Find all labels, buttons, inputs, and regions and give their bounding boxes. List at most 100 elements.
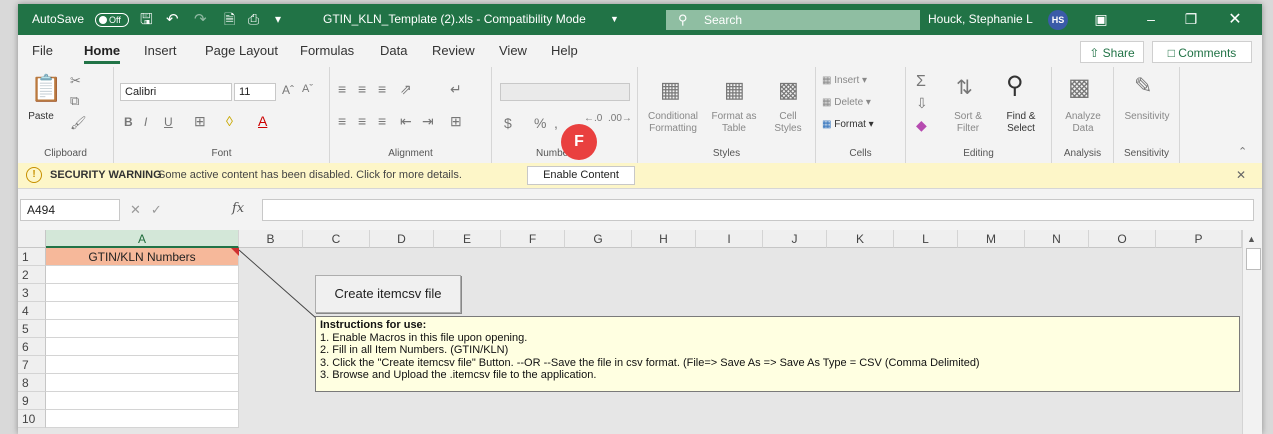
underline-icon[interactable]: U [164,115,173,129]
bold-icon[interactable]: B [124,115,133,129]
worksheet-grid[interactable]: A B C D E F G H I J K L M N O P 1 2 3 4 … [18,230,1262,434]
enter-icon[interactable]: ✓ [151,202,172,217]
undo-icon[interactable]: ↶ [166,4,179,35]
decrease-indent-icon[interactable]: ⇤ [400,113,412,130]
vertical-scrollbar[interactable]: ▲ [1242,230,1262,434]
ribbon: 📋 Paste ✂ ⧉ 🖌 Clipboard Calibri 11 Aˆ Aˇ… [18,67,1262,164]
analyze-data-label[interactable]: Analyze Data [1056,111,1110,135]
redo-icon[interactable]: ↷ [194,4,207,35]
tab-view[interactable]: View [499,43,527,58]
font-color-icon[interactable]: A [258,113,267,129]
fill-icon[interactable]: ⇩ [916,95,928,112]
tab-data[interactable]: Data [380,43,407,58]
merge-center-icon[interactable]: ⊞ [450,113,462,130]
group-label-cells: Cells [849,148,872,159]
tab-home[interactable]: Home [84,43,121,64]
sensitivity-icon[interactable]: ✎ [1134,73,1152,99]
close-icon[interactable]: ✕ [1220,4,1250,35]
format-as-table-label[interactable]: Format as Table [708,111,760,135]
file-title[interactable]: GTIN_KLN_Template (2).xls - Compatibilit… [323,4,586,35]
sort-filter-icon[interactable]: ⇅ [956,75,973,100]
title-dropdown-icon[interactable]: ▼ [610,4,619,35]
format-painter-icon[interactable]: 🖌 [70,115,87,131]
delete-cells-button[interactable]: ▦ Delete ▾ [822,97,871,109]
paste-label[interactable]: Paste [24,111,58,123]
orientation-icon[interactable]: ⇗ [400,81,412,98]
tab-page-layout[interactable]: Page Layout [205,43,278,58]
align-bottom-icon[interactable]: ≡ [378,81,386,97]
tab-file[interactable]: File [32,43,53,58]
autosave-state: Off [109,15,121,25]
sort-filter-label[interactable]: Sort & Filter [944,111,992,135]
align-right-icon[interactable]: ≡ [378,113,386,129]
tab-help[interactable]: Help [551,43,578,58]
analyze-data-icon[interactable]: ▩ [1068,73,1091,102]
customize-toolbar-icon[interactable]: ▾ [275,4,281,35]
clear-icon[interactable]: ◆ [916,117,927,134]
increase-decimal-icon[interactable]: ←.0 [584,113,602,124]
comments-button[interactable]: □ Comments [1152,41,1252,63]
autosave-toggle[interactable]: Off [95,13,129,27]
decrease-decimal-icon[interactable]: .00→ [608,113,632,124]
align-left-icon[interactable]: ≡ [338,113,346,129]
formula-input[interactable] [262,199,1254,221]
font-name-select[interactable]: Calibri [120,83,232,101]
security-warning-message[interactable]: Some active content has been disabled. C… [158,169,462,181]
instruction-line: 1. Enable Macros in this file upon openi… [320,331,528,344]
name-box[interactable]: A494 [20,199,120,221]
number-format-select[interactable] [500,83,630,101]
user-name[interactable]: Houck, Stephanie L [928,4,1033,35]
tab-insert[interactable]: Insert [144,43,177,58]
print-preview-icon[interactable]: 🗎 [224,4,235,35]
percent-icon[interactable]: % [534,115,546,131]
format-as-table-icon[interactable]: ▦ [724,77,745,103]
share-button[interactable]: ⇧ Share [1080,41,1144,63]
wrap-text-icon[interactable]: ↵ [450,81,462,98]
find-icon[interactable]: ⚲ [1006,71,1024,100]
italic-icon[interactable]: I [144,115,147,129]
paste-icon[interactable]: 📋 [30,73,62,104]
align-center-icon[interactable]: ≡ [358,113,366,129]
fill-color-icon[interactable]: ◊ [226,113,233,129]
enable-content-button[interactable]: Enable Content [527,166,635,185]
group-label-clipboard: Clipboard [44,148,87,159]
minimize-icon[interactable]: – [1136,4,1166,35]
insert-cells-button[interactable]: ▦ Insert ▾ [822,75,867,87]
align-top-icon[interactable]: ≡ [338,81,346,97]
font-size-select[interactable]: 11 [234,83,276,101]
collapse-ribbon-icon[interactable]: ⌃ [1238,145,1247,158]
restore-icon[interactable]: ❐ [1176,4,1206,35]
increase-indent-icon[interactable]: ⇥ [422,113,434,130]
align-middle-icon[interactable]: ≡ [358,81,366,97]
currency-icon[interactable]: $ [504,115,512,131]
create-itemcsv-button[interactable]: Create itemcsv file [315,275,461,313]
find-select-label[interactable]: Find & Select [996,111,1046,135]
scroll-thumb[interactable] [1246,248,1261,270]
comments-label: Comments [1178,46,1237,60]
tab-formulas[interactable]: Formulas [300,43,354,58]
comma-icon[interactable]: , [554,115,558,131]
cell-styles-label[interactable]: Cell Styles [768,111,808,135]
search-box[interactable]: ⚲ Search [666,10,920,30]
sensitivity-label[interactable]: Sensitivity [1118,111,1176,123]
ribbon-display-icon[interactable]: ▣ [1086,4,1116,35]
conditional-formatting-icon[interactable]: ▦ [660,77,681,103]
tab-review[interactable]: Review [432,43,475,58]
copy-icon[interactable]: ⧉ [70,93,79,109]
conditional-formatting-label[interactable]: Conditional Formatting [642,111,704,135]
borders-icon[interactable]: ⊞ [194,113,206,130]
cell-styles-icon[interactable]: ▩ [778,77,799,103]
save-icon[interactable]: 🖫 [140,4,153,35]
insert-function-icon[interactable]: fx [232,201,244,216]
close-icon[interactable]: ✕ [1236,168,1246,182]
security-warning-bar[interactable]: ! SECURITY WARNING Some active content h… [18,163,1262,189]
shrink-font-icon[interactable]: Aˇ [302,83,313,95]
avatar[interactable]: HS [1048,10,1068,30]
cut-icon[interactable]: ✂ [70,73,81,89]
autosum-icon[interactable]: Σ [916,73,926,91]
scroll-up-icon[interactable]: ▲ [1247,234,1256,244]
grow-font-icon[interactable]: Aˆ [282,83,294,97]
quick-print-icon[interactable]: ⎙ [248,4,259,35]
format-cells-button[interactable]: ▦ Format ▾ [822,119,874,131]
cancel-icon[interactable]: ✕ [130,202,151,217]
